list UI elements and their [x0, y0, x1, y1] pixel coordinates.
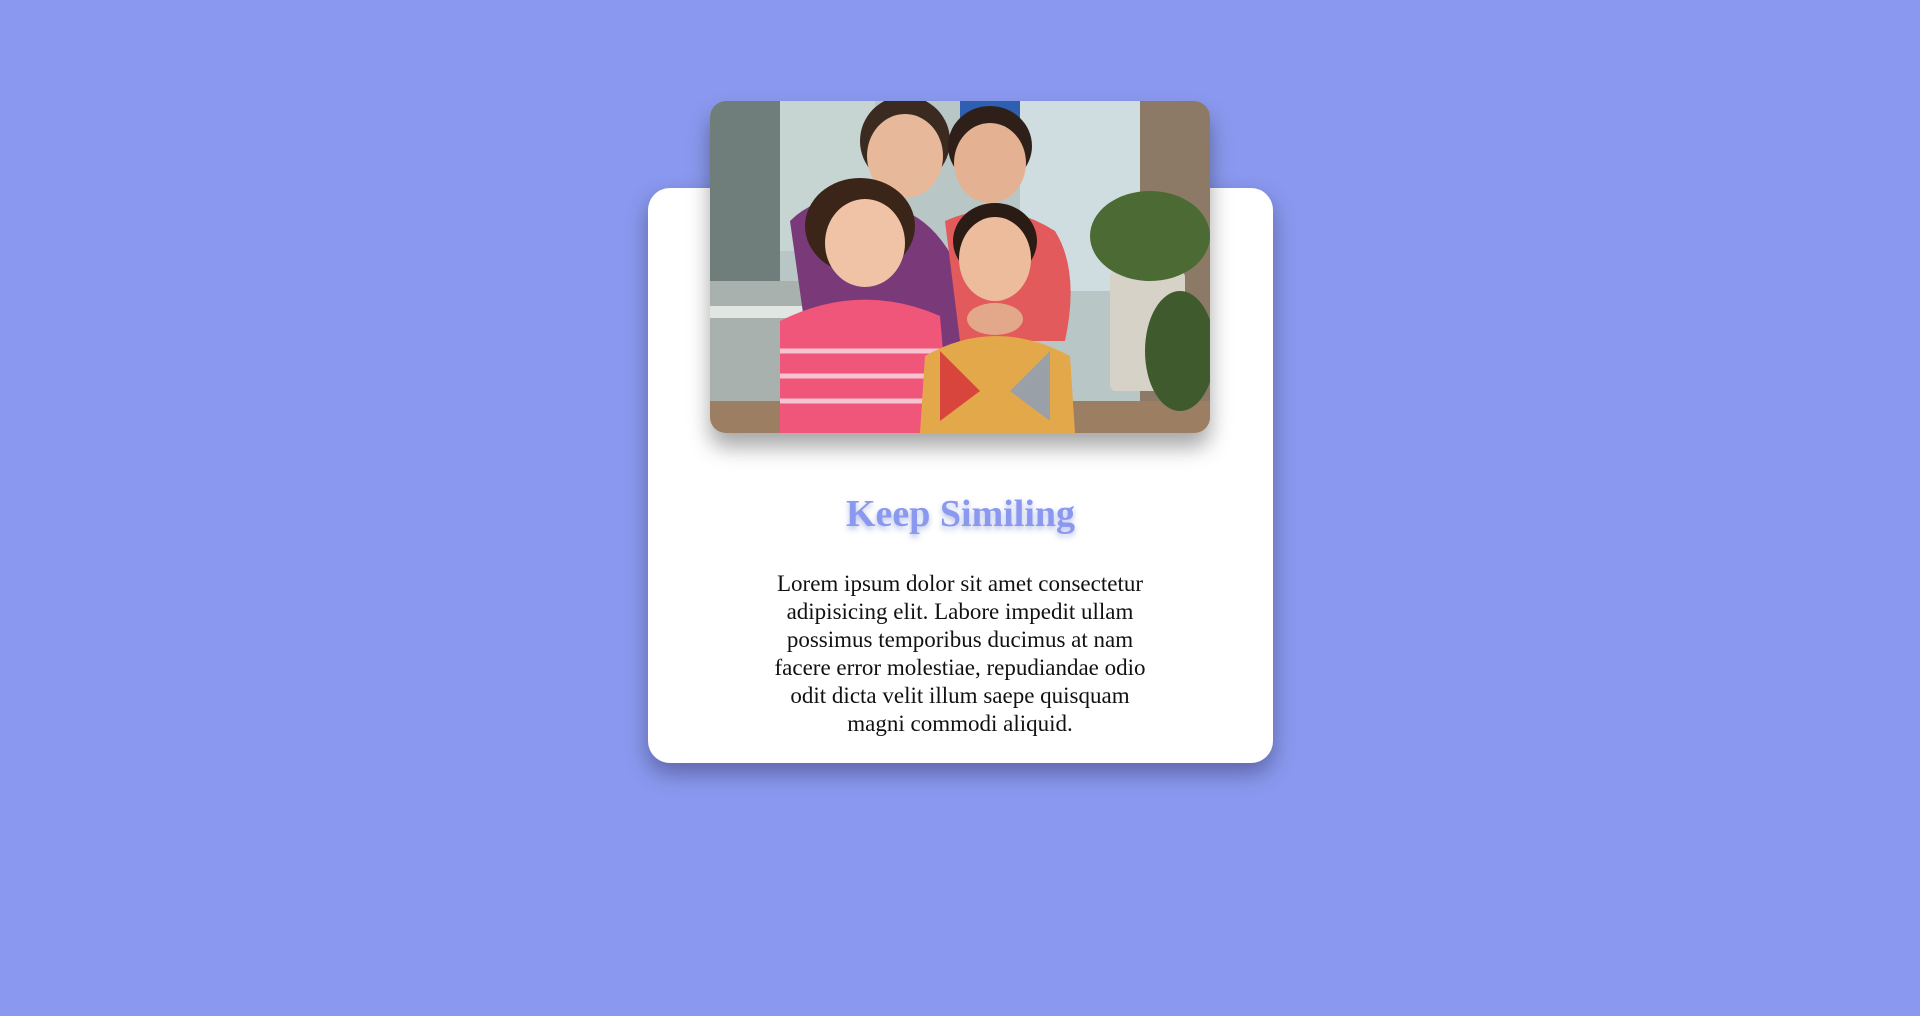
children-photo-illustration	[710, 101, 1210, 433]
card-photo	[710, 101, 1210, 433]
card-description: Lorem ipsum dolor sit amet consectetur a…	[774, 571, 1146, 736]
card-title: Keep Similing	[845, 493, 1076, 535]
